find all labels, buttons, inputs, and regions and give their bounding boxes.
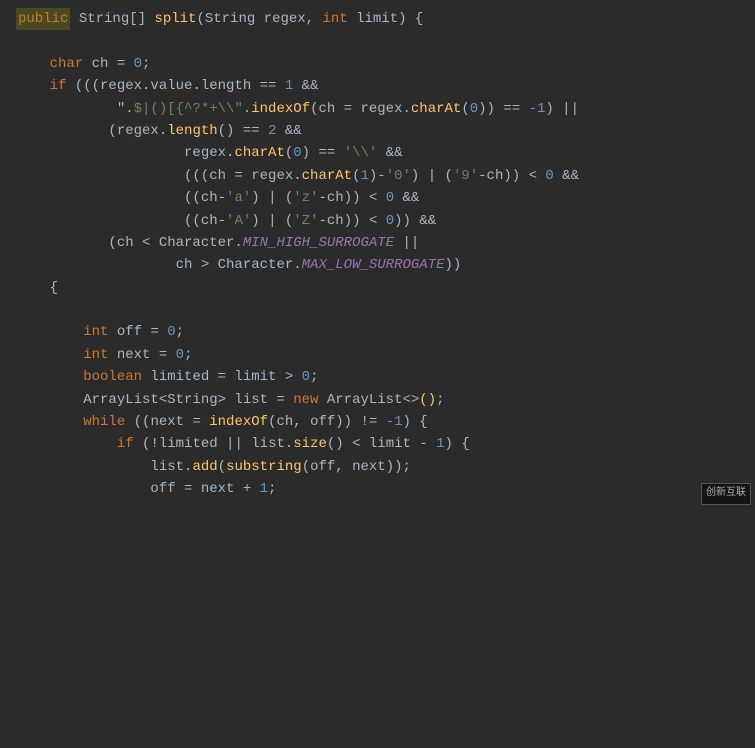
code-editor: public String[] split(String regex, int … — [0, 0, 755, 509]
watermark: 创新互联 — [701, 483, 751, 505]
code-line: ".$|()[{^?*+\\".indexOf(ch = regex.charA… — [0, 98, 755, 120]
code-line: char ch = 0; — [0, 53, 755, 75]
code-line: int next = 0; — [0, 344, 755, 366]
code-line: while ((next = indexOf(ch, off)) != -1) … — [0, 411, 755, 433]
code-line: ((ch-'A') | ('Z'-ch)) < 0)) && — [0, 210, 755, 232]
code-line: ArrayList<String> list = new ArrayList<>… — [0, 389, 755, 411]
code-line: (((ch = regex.charAt(1)-'0') | ('9'-ch))… — [0, 165, 755, 187]
code-line — [0, 299, 755, 321]
code-line: if (!limited || list.size() < limit - 1)… — [0, 433, 755, 455]
code-line: int off = 0; — [0, 321, 755, 343]
code-line: (ch < Character.MIN_HIGH_SURROGATE || — [0, 232, 755, 254]
code-line: public String[] split(String regex, int … — [0, 8, 755, 30]
code-line: off = next + 1; — [0, 478, 755, 500]
code-line: { — [0, 277, 755, 299]
code-line: ch > Character.MAX_LOW_SURROGATE)) — [0, 254, 755, 276]
code-lines: public String[] split(String regex, int … — [0, 8, 755, 501]
code-line: boolean limited = limit > 0; — [0, 366, 755, 388]
code-line: ((ch-'a') | ('z'-ch)) < 0 && — [0, 187, 755, 209]
code-line: (regex.length() == 2 && — [0, 120, 755, 142]
code-line: list.add(substring(off, next)); — [0, 456, 755, 478]
code-line — [0, 30, 755, 52]
code-line: regex.charAt(0) == '\\' && — [0, 142, 755, 164]
code-line: if (((regex.value.length == 1 && — [0, 75, 755, 97]
